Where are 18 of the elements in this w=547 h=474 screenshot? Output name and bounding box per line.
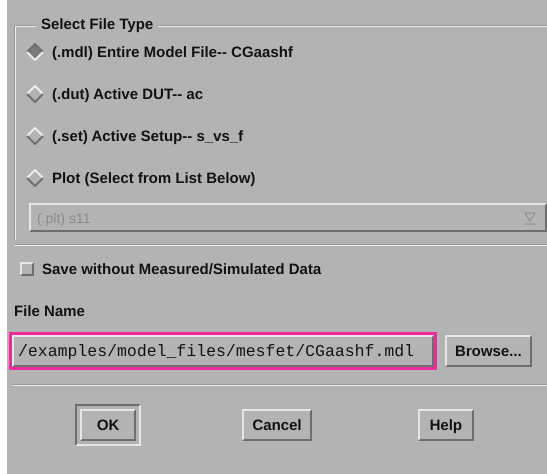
dialog-button[interactable]: Cancel bbox=[242, 409, 312, 441]
field-label: File Name bbox=[14, 302, 85, 320]
radio-button[interactable] bbox=[26, 43, 44, 61]
radio-button[interactable] bbox=[26, 85, 44, 103]
checkbox-label: Save without Measured/Simulated Data bbox=[42, 260, 322, 278]
radio-button[interactable] bbox=[26, 169, 44, 187]
radio-label: Plot (Select from List Below) bbox=[52, 170, 256, 186]
file-name-field[interactable]: /examples/model_files/mesfet/CGaashf.mdl bbox=[9, 332, 437, 370]
dialog-button[interactable]: Help bbox=[418, 409, 474, 441]
dropdown-arrow-icon bbox=[523, 210, 537, 224]
radio-button[interactable] bbox=[26, 127, 44, 145]
browse-button[interactable]: Browse... bbox=[445, 335, 532, 367]
radio-label: (.mdl) Entire Model File-- CGaashf bbox=[52, 44, 293, 60]
dialog-button[interactable]: OK bbox=[75, 404, 142, 446]
checkbox[interactable] bbox=[20, 262, 34, 276]
radio-label: (.dut) Active DUT-- ac bbox=[52, 86, 204, 102]
radio-label: (.set) Active Setup-- s_vs_f bbox=[52, 128, 244, 144]
group-title: Select File Type bbox=[36, 16, 158, 33]
